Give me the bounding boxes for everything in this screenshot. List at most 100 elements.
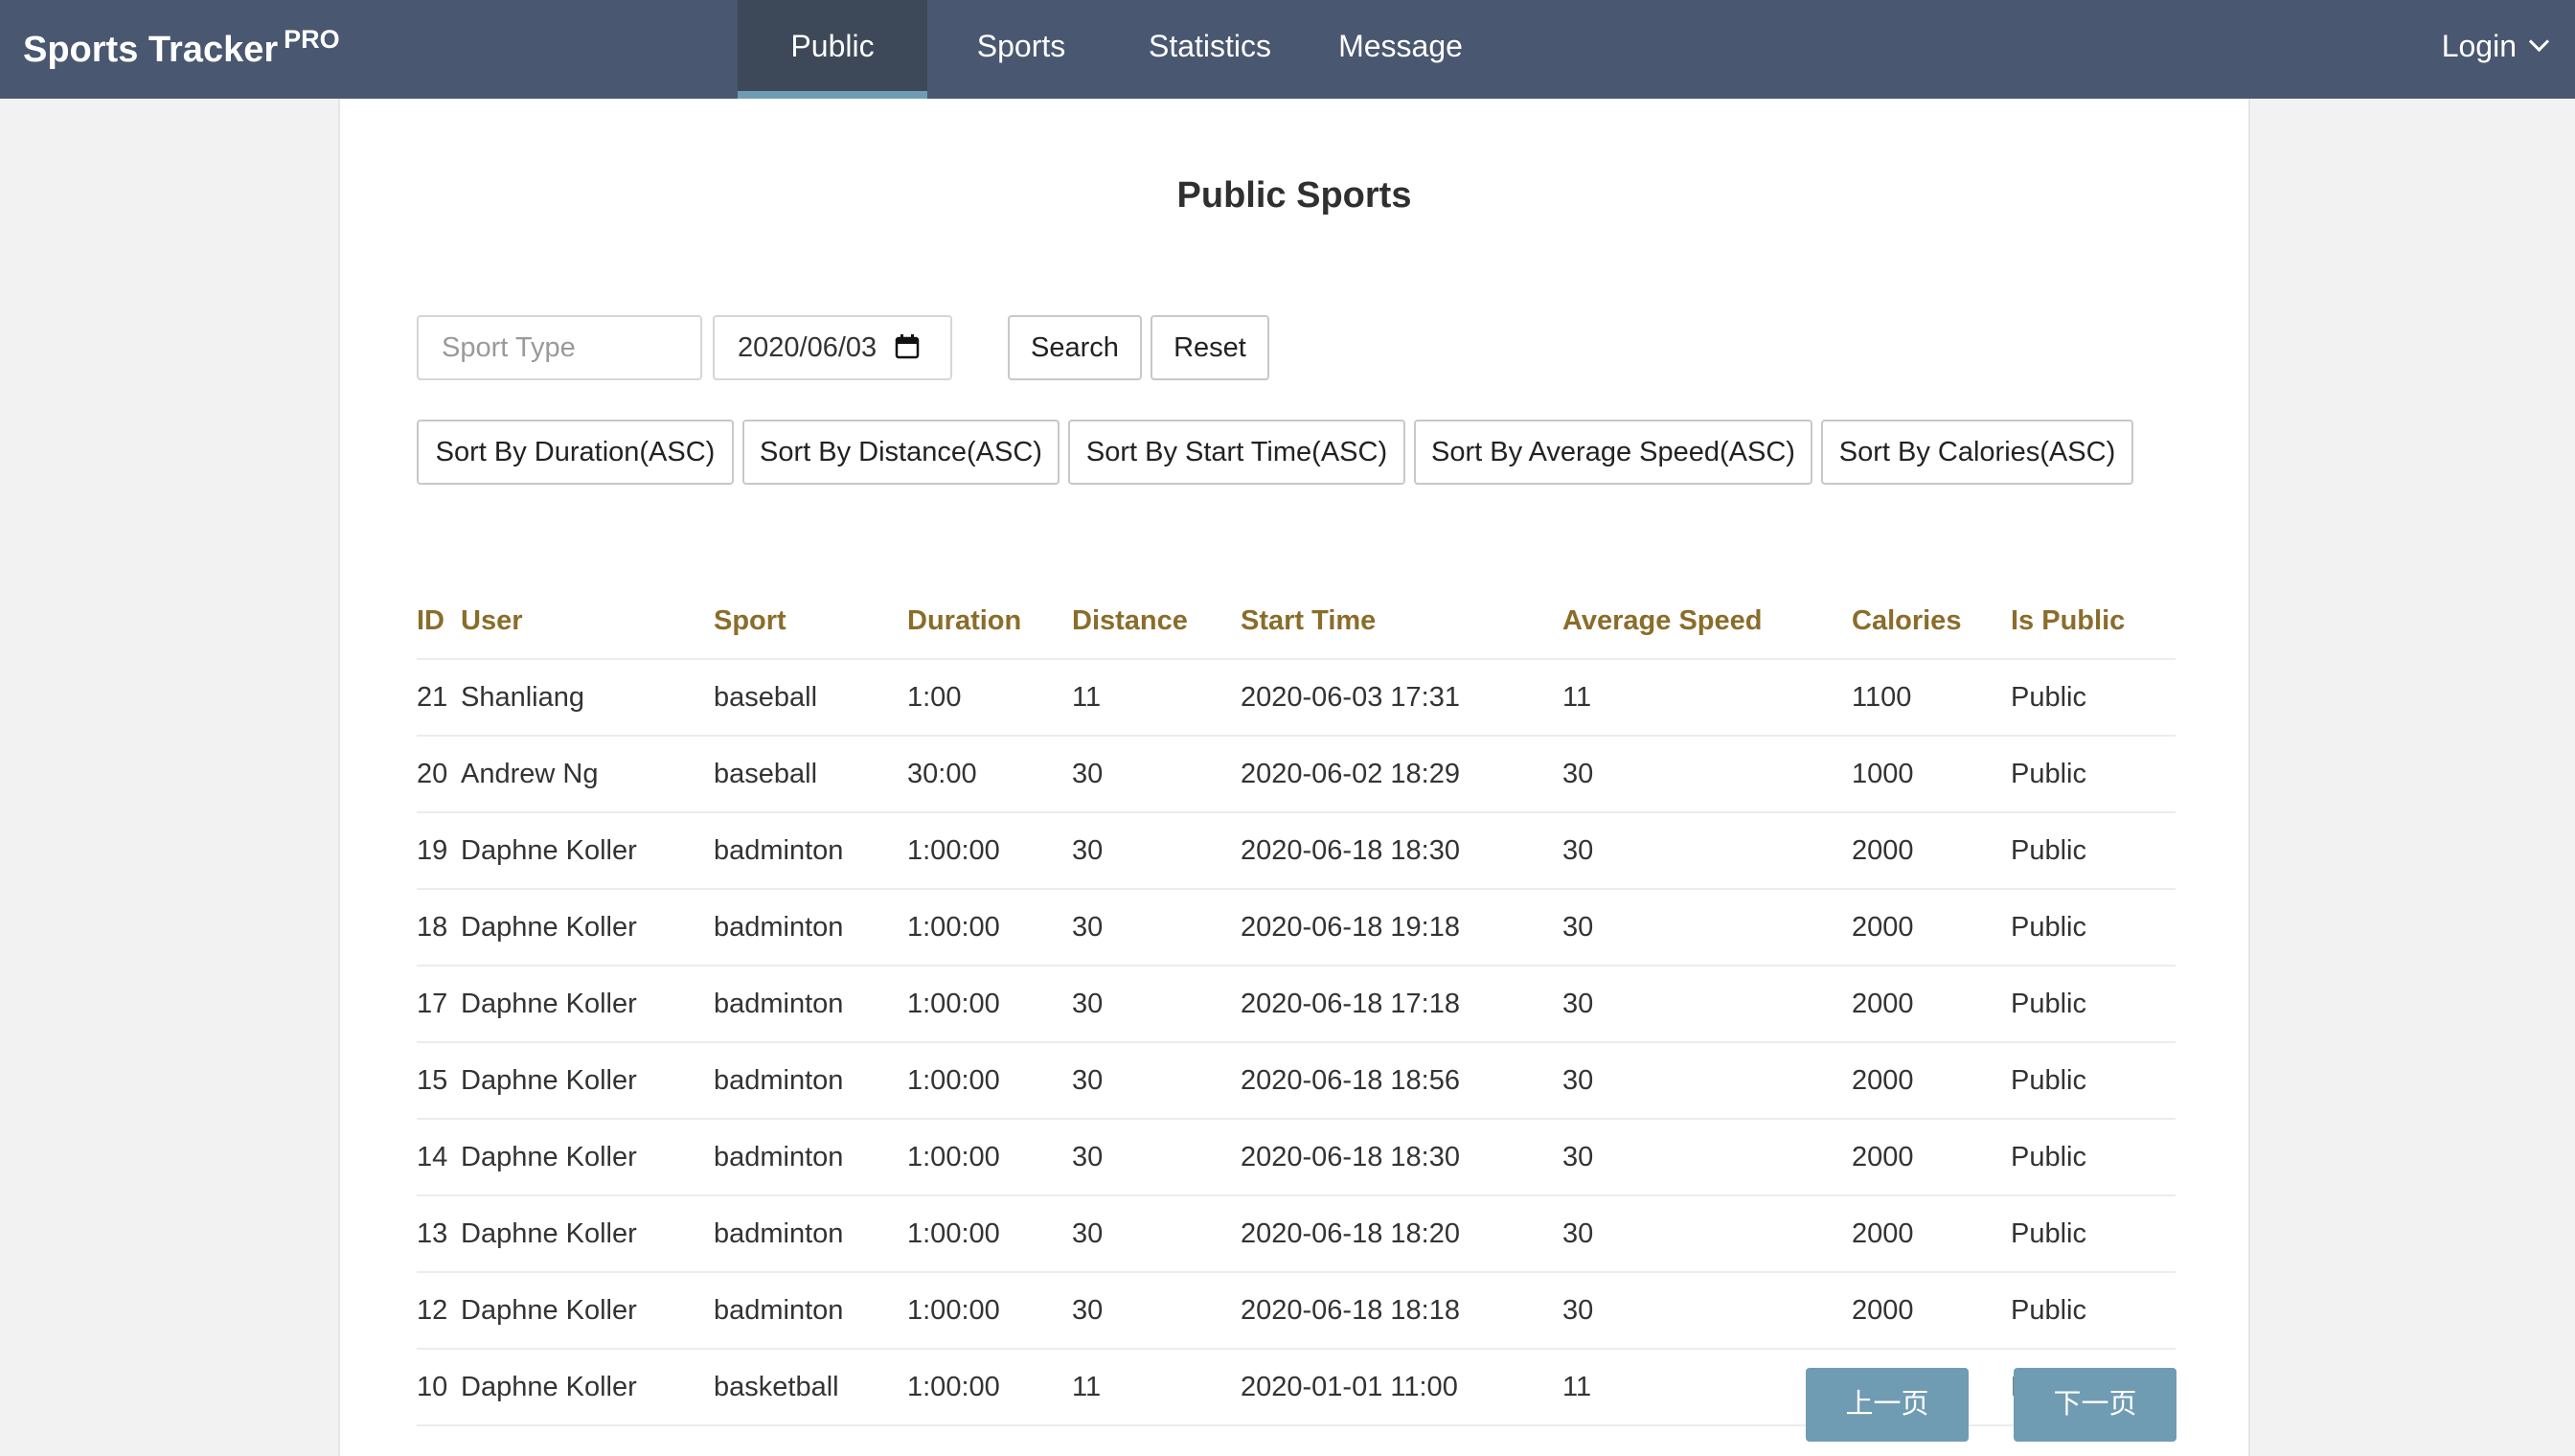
nav-item-sports[interactable]: Sports: [927, 0, 1115, 99]
cell-start-time: 2020-06-18 18:20: [1241, 1194, 1562, 1272]
cell-is-public: Public: [2011, 1271, 2176, 1349]
cell-start-time: 2020-06-18 18:30: [1241, 811, 1562, 889]
brand-logo[interactable]: Sports Tracker PRO: [23, 25, 340, 71]
cell-user: Daphne Koller: [461, 1348, 714, 1426]
column-header-id: ID: [417, 604, 444, 636]
cell-start-time: 2020-06-18 19:18: [1241, 888, 1562, 966]
table-row[interactable]: 19 Daphne Koller badminton 1:00:00 30 2020-06…: [417, 811, 2176, 889]
search-button[interactable]: Search: [1008, 315, 1142, 380]
sort-calories-button[interactable]: Sort By Calories(ASC): [1821, 420, 2133, 485]
cell-user: Daphne Koller: [461, 1271, 714, 1349]
nav-item-label: Statistics: [1148, 29, 1272, 63]
cell-user: Daphne Koller: [461, 1041, 714, 1119]
nav-item-message[interactable]: Message: [1305, 0, 1496, 99]
cell-average-speed: 30: [1562, 1041, 1852, 1119]
cell-duration: 30:00: [907, 735, 1072, 812]
cell-id: 12: [417, 1271, 461, 1349]
cell-distance: 11: [1072, 1348, 1241, 1426]
table-row[interactable]: 14 Daphne Koller badminton 1:00:00 30 2020-06…: [417, 1118, 2176, 1195]
main-panel: Public Sports 2020/06/03 Search Reset So…: [338, 99, 2250, 1456]
cell-start-time: 2020-01-01 11:00: [1241, 1348, 1562, 1426]
cell-distance: 11: [1072, 658, 1241, 736]
cell-duration: 1:00:00: [907, 1118, 1072, 1195]
login-dropdown[interactable]: Login: [2441, 0, 2550, 92]
cell-sport: badminton: [714, 1118, 907, 1195]
cell-start-time: 2020-06-18 18:56: [1241, 1041, 1562, 1119]
nav-item-statistics[interactable]: Statistics: [1115, 0, 1305, 99]
calendar-icon[interactable]: [895, 334, 920, 359]
nav-item-public[interactable]: Public: [738, 0, 927, 99]
cell-average-speed: 30: [1562, 888, 1852, 966]
column-header-is-public: Is Public: [2011, 604, 2126, 636]
sort-distance-button[interactable]: Sort By Distance(ASC): [742, 420, 1060, 485]
cell-duration: 1:00:00: [907, 811, 1072, 889]
sports-table: ID User Sport Duration Distance Start Ti…: [417, 583, 2176, 1426]
cell-calories: 2000: [1852, 1118, 2011, 1195]
cell-distance: 30: [1072, 1194, 1241, 1272]
table-body: 21 Shanliang baseball 1:00 11 2020-06-03 17:3…: [417, 658, 2176, 1426]
nav-item-label: Sports: [976, 29, 1066, 63]
next-page-button[interactable]: 下一页: [2014, 1368, 2176, 1442]
cell-distance: 30: [1072, 811, 1241, 889]
cell-user: Daphne Koller: [461, 1118, 714, 1195]
column-header-start-time: Start Time: [1241, 604, 1377, 636]
nav-item-label: Public: [790, 29, 875, 63]
sort-average-speed-button[interactable]: Sort By Average Speed(ASC): [1414, 420, 1812, 485]
cell-id: 15: [417, 1041, 461, 1119]
table-row[interactable]: 15 Daphne Koller badminton 1:00:00 30 2020-06…: [417, 1041, 2176, 1119]
cell-calories: 2000: [1852, 965, 2011, 1042]
table-row[interactable]: 20 Andrew Ng baseball 30:00 30 2020-06-02 18:…: [417, 735, 2176, 812]
cell-is-public: Public: [2011, 658, 2176, 736]
cell-duration: 1:00:00: [907, 1271, 1072, 1349]
cell-duration: 1:00: [907, 658, 1072, 736]
cell-calories: 2000: [1852, 1041, 2011, 1119]
column-header-calories: Calories: [1852, 604, 1962, 636]
cell-start-time: 2020-06-03 17:31: [1241, 658, 1562, 736]
cell-distance: 30: [1072, 1118, 1241, 1195]
nav-item-label: Message: [1338, 29, 1463, 63]
cell-sport: baseball: [714, 735, 907, 812]
cell-sport: badminton: [714, 1041, 907, 1119]
cell-user: Daphne Koller: [461, 1194, 714, 1272]
sort-start-time-button[interactable]: Sort By Start Time(ASC): [1068, 420, 1405, 485]
cell-average-speed: 30: [1562, 1271, 1852, 1349]
cell-sport: badminton: [714, 888, 907, 966]
date-value: 2020/06/03: [738, 332, 877, 363]
table-row[interactable]: 13 Daphne Koller badminton 1:00:00 30 2020-06…: [417, 1194, 2176, 1272]
cell-average-speed: 30: [1562, 1118, 1852, 1195]
cell-duration: 1:00:00: [907, 965, 1072, 1042]
cell-duration: 1:00:00: [907, 888, 1072, 966]
brand-badge: PRO: [284, 25, 340, 54]
cell-distance: 30: [1072, 735, 1241, 812]
date-input[interactable]: 2020/06/03: [713, 315, 952, 380]
table-row[interactable]: 17 Daphne Koller badminton 1:00:00 30 2020-06…: [417, 965, 2176, 1042]
reset-button[interactable]: Reset: [1151, 315, 1269, 380]
cell-user: Daphne Koller: [461, 965, 714, 1042]
sort-duration-button[interactable]: Sort By Duration(ASC): [417, 420, 734, 485]
cell-id: 17: [417, 965, 461, 1042]
login-label: Login: [2441, 29, 2517, 63]
cell-distance: 30: [1072, 1041, 1241, 1119]
cell-sport: baseball: [714, 658, 907, 736]
table-row[interactable]: 21 Shanliang baseball 1:00 11 2020-06-03 17:3…: [417, 658, 2176, 736]
sport-type-input[interactable]: [417, 315, 702, 380]
cell-average-speed: 30: [1562, 1194, 1852, 1272]
brand-name: Sports Tracker: [23, 30, 279, 70]
table-row[interactable]: 12 Daphne Koller badminton 1:00:00 30 2020-06…: [417, 1271, 2176, 1349]
cell-user: Daphne Koller: [461, 811, 714, 889]
prev-page-button[interactable]: 上一页: [1806, 1368, 1969, 1442]
cell-is-public: Public: [2011, 1118, 2176, 1195]
cell-average-speed: 11: [1562, 658, 1852, 736]
cell-start-time: 2020-06-02 18:29: [1241, 735, 1562, 812]
chevron-down-icon: [2528, 31, 2550, 53]
cell-average-speed: 30: [1562, 965, 1852, 1042]
cell-id: 13: [417, 1194, 461, 1272]
cell-id: 14: [417, 1118, 461, 1195]
cell-user: Daphne Koller: [461, 888, 714, 966]
table-header-row: ID User Sport Duration Distance Start Ti…: [417, 583, 2176, 659]
cell-id: 21: [417, 658, 461, 736]
cell-user: Shanliang: [461, 658, 714, 736]
cell-user: Andrew Ng: [461, 735, 714, 812]
cell-start-time: 2020-06-18 18:18: [1241, 1271, 1562, 1349]
table-row[interactable]: 18 Daphne Koller badminton 1:00:00 30 2020-06…: [417, 888, 2176, 966]
